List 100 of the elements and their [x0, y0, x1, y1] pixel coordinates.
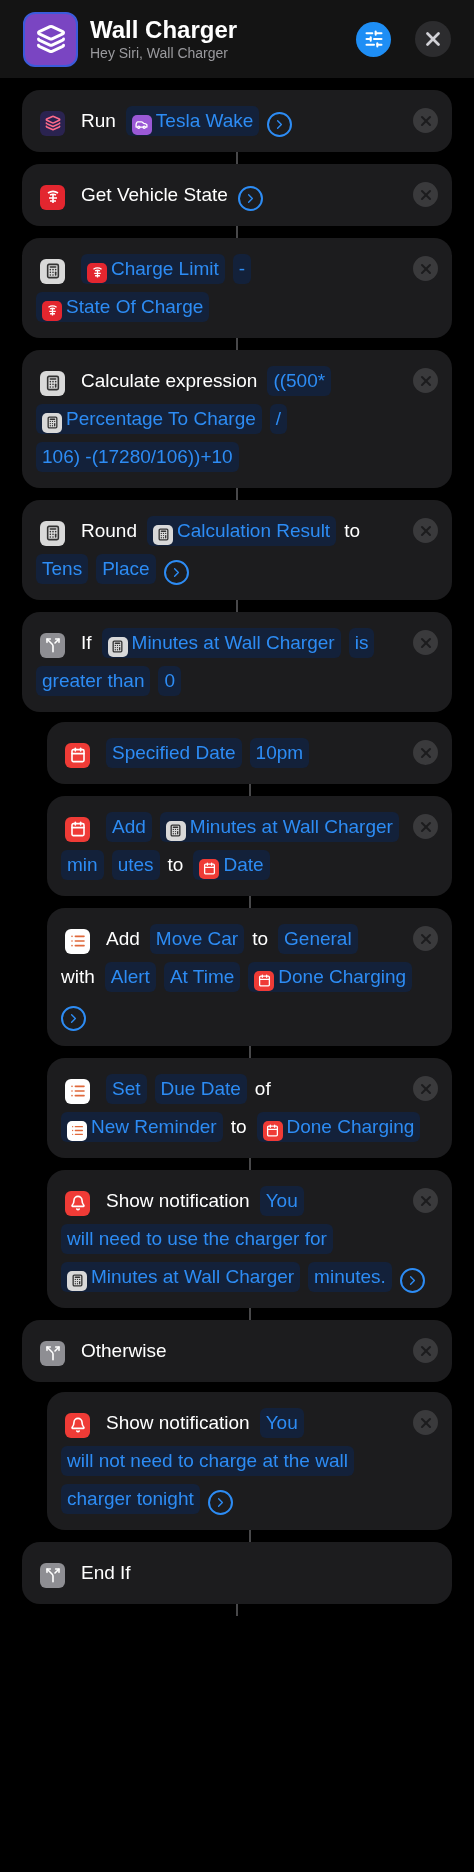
remove-button[interactable]: [413, 518, 438, 543]
sliders-icon: [363, 29, 384, 49]
remove-button[interactable]: [413, 1410, 438, 1435]
action-card[interactable]: Add Move Car to General with Alert At Time Done Charging: [47, 908, 452, 1046]
parameter-token[interactable]: greater than: [36, 666, 151, 696]
action-label: Otherwise: [81, 1339, 167, 1363]
variable-token[interactable]: New Reminder: [61, 1112, 223, 1142]
action-label: Round: [81, 519, 137, 543]
action-card[interactable]: End If: [22, 1542, 452, 1604]
parameter-token[interactable]: General: [278, 924, 358, 954]
variable-token[interactable]: Date: [193, 850, 270, 880]
parameter-token[interactable]: /: [269, 404, 288, 434]
parameter-token[interactable]: 0: [158, 666, 182, 696]
calculator-icon: [165, 820, 186, 841]
settings-button[interactable]: [356, 21, 391, 57]
variable-token[interactable]: Calculation Result: [147, 516, 337, 546]
more-options-button[interactable]: [61, 1006, 86, 1031]
action-label: to: [230, 1115, 247, 1139]
parameter-token[interactable]: Due Date: [154, 1074, 247, 1104]
shortcut-title: Wall Charger: [90, 16, 239, 44]
action-card[interactable]: Show notification You will need to use the charger for Minutes at Wall Charger minutes.: [47, 1170, 452, 1308]
shortcut-app-icon: [23, 11, 78, 67]
list-icon: [67, 1120, 87, 1141]
more-options-button[interactable]: [237, 186, 263, 211]
list-icon: [65, 928, 90, 954]
parameter-token[interactable]: min: [61, 850, 104, 880]
branch-icon: [40, 1340, 65, 1366]
parameter-token[interactable]: At Time: [163, 962, 241, 992]
variable-token[interactable]: Minutes at Wall Charger: [61, 1262, 301, 1292]
action-card[interactable]: If Minutes at Wall Charger is greater than 0: [22, 612, 452, 712]
variable-token[interactable]: Done Charging: [248, 962, 413, 992]
action-card[interactable]: Round Calculation Result to Tens Place: [22, 500, 452, 600]
parameter-token[interactable]: You: [259, 1408, 304, 1438]
calculator-icon: [42, 412, 62, 433]
parameter-token[interactable]: Tens: [36, 554, 89, 584]
parameter-token[interactable]: will need to use the charger for: [61, 1224, 333, 1254]
parameter-token[interactable]: You: [259, 1186, 304, 1216]
parameter-token[interactable]: Specified Date: [106, 738, 242, 768]
variable-token[interactable]: Tesla Wake: [125, 106, 260, 136]
more-options-button[interactable]: [399, 1268, 425, 1293]
branch-icon: [40, 632, 65, 658]
remove-button[interactable]: [413, 1076, 438, 1101]
action-card[interactable]: Specified Date 10pm: [47, 722, 452, 784]
action-label: with: [61, 965, 95, 989]
parameter-token[interactable]: is: [348, 628, 375, 658]
remove-button[interactable]: [413, 926, 438, 951]
calendar-icon: [65, 816, 90, 842]
close-button[interactable]: [415, 21, 451, 57]
remove-button[interactable]: [413, 740, 438, 765]
parameter-token[interactable]: utes: [111, 850, 160, 880]
calendar-icon: [199, 858, 220, 879]
calendar-icon: [65, 742, 90, 768]
variable-token[interactable]: Minutes at Wall Charger: [159, 812, 399, 842]
parameter-token[interactable]: will not need to charge at the wall: [61, 1446, 354, 1476]
parameter-token[interactable]: 10pm: [249, 738, 310, 768]
parameter-token[interactable]: Place: [96, 554, 156, 584]
remove-button[interactable]: [413, 368, 438, 393]
remove-button[interactable]: [413, 630, 438, 655]
parameter-token[interactable]: charger tonight: [61, 1484, 200, 1514]
more-options-button[interactable]: [163, 560, 189, 585]
action-card[interactable]: Show notification You will not need to charge at the wall charger tonight: [47, 1392, 452, 1530]
more-options-button[interactable]: [207, 1490, 233, 1515]
action-label: End If: [81, 1561, 131, 1585]
parameter-token[interactable]: minutes.: [308, 1262, 392, 1292]
shortcut-subtitle: Hey Siri, Wall Charger: [90, 44, 229, 62]
calculator-icon: [40, 520, 65, 546]
variable-token[interactable]: Percentage To Charge: [36, 404, 262, 434]
parameter-token[interactable]: Add: [106, 812, 152, 842]
parameter-token[interactable]: 106) -(17280/106))+10: [36, 442, 239, 472]
variable-token[interactable]: Charge Limit: [81, 254, 225, 284]
parameter-token[interactable]: Set: [106, 1074, 147, 1104]
action-card[interactable]: Add Minutes at Wall Charger min utes to Date: [47, 796, 452, 896]
parameter-token[interactable]: Alert: [104, 962, 156, 992]
action-label: If: [81, 631, 92, 655]
action-card[interactable]: Set Due Date of New Reminder to Done Charging: [47, 1058, 452, 1158]
variable-token[interactable]: Done Charging: [256, 1112, 421, 1142]
action-card[interactable]: Get Vehicle State: [22, 164, 452, 226]
tesla-icon: [87, 262, 107, 283]
action-card[interactable]: Calculate expression ((500* Percentage To Charge / 106) -(17280/106))+10: [22, 350, 452, 488]
action-card[interactable]: Otherwise: [22, 1320, 452, 1382]
action-label: Calculate expression: [81, 369, 258, 393]
list-icon: [65, 1078, 90, 1104]
remove-button[interactable]: [413, 1188, 438, 1213]
calendar-icon: [262, 1120, 283, 1141]
variable-token[interactable]: State Of Charge: [36, 292, 210, 322]
calendar-icon: [254, 970, 275, 991]
action-card[interactable]: Charge Limit - State Of Charge: [22, 238, 452, 338]
car-icon: [131, 114, 152, 135]
parameter-token[interactable]: ((500*: [267, 366, 332, 396]
action-label: Run: [81, 109, 116, 133]
action-card[interactable]: Run Tesla Wake: [22, 90, 452, 152]
remove-button[interactable]: [413, 108, 438, 133]
remove-button[interactable]: [413, 814, 438, 839]
remove-button[interactable]: [413, 182, 438, 207]
parameter-token[interactable]: Move Car: [149, 924, 245, 954]
parameter-token[interactable]: -: [232, 254, 252, 284]
variable-token[interactable]: Minutes at Wall Charger: [101, 628, 341, 658]
remove-button[interactable]: [413, 1338, 438, 1363]
more-options-button[interactable]: [267, 112, 293, 137]
remove-button[interactable]: [413, 256, 438, 281]
